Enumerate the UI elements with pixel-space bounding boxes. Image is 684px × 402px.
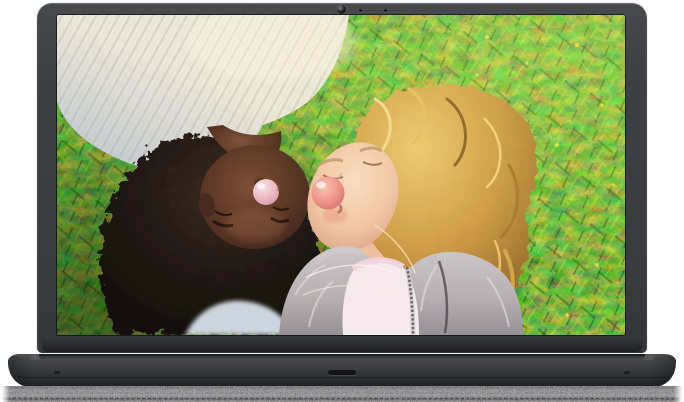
display-panel [57,15,625,335]
wallpaper-photo [57,15,625,335]
base-detail-left [54,371,60,374]
laptop-lid [37,3,647,353]
laptop-base [8,354,676,387]
base-detail-right [624,371,630,374]
desk-reflection [2,386,682,402]
microphone-hole [359,9,362,12]
lid-notch [328,370,356,375]
microphone-hole [384,9,387,12]
laptop-product-shot [0,0,684,402]
reflection-noise [2,386,682,402]
base-seam [18,377,666,378]
deck-highlight [30,356,654,360]
sunlight-glare [57,15,625,335]
webcam [337,5,346,14]
